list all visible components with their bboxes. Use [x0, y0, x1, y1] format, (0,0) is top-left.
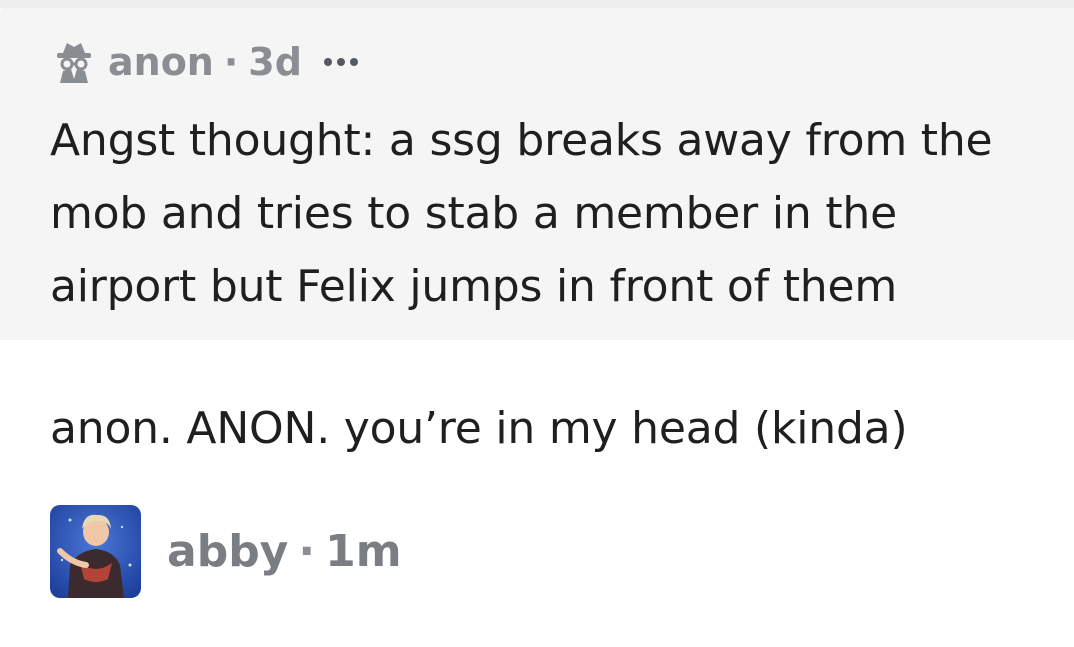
answer-age: 1m — [325, 526, 402, 577]
answer-author-row: abby · 1m — [50, 505, 402, 598]
question-card: anon · 3d Angst thought: a ssg breaks aw… — [0, 0, 1074, 340]
question-text: Angst thought: a ssg breaks away from th… — [50, 115, 993, 312]
separator: · — [223, 40, 239, 84]
question-author: anon — [108, 40, 214, 84]
answer-text: anon. ANON. you’re in my head (kinda) — [50, 403, 908, 454]
answerer-name[interactable]: abby — [167, 526, 288, 577]
question-age: 3d — [248, 40, 302, 84]
more-icon[interactable] — [323, 55, 362, 69]
incognito-icon — [50, 38, 98, 86]
avatar[interactable] — [50, 505, 141, 598]
separator: · — [298, 526, 316, 577]
answer-author-meta: abby · 1m — [167, 526, 402, 577]
question-header: anon · 3d — [50, 36, 362, 88]
